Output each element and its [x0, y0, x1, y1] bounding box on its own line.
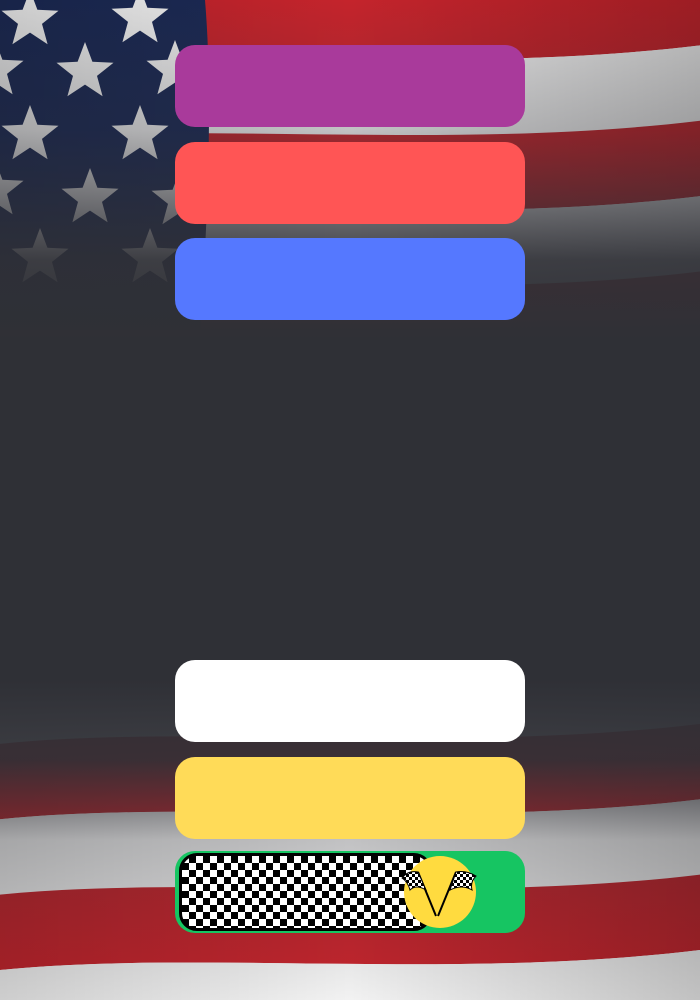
- yellow-button[interactable]: [175, 757, 525, 839]
- checkered-flags-icon: [401, 871, 477, 917]
- red-button[interactable]: [175, 142, 525, 224]
- white-button[interactable]: [175, 660, 525, 742]
- checkered-progress-fill: [179, 853, 432, 931]
- slider-knob[interactable]: [401, 856, 477, 928]
- race-slider-track[interactable]: [175, 851, 525, 933]
- purple-button[interactable]: [175, 45, 525, 127]
- blue-button[interactable]: [175, 238, 525, 320]
